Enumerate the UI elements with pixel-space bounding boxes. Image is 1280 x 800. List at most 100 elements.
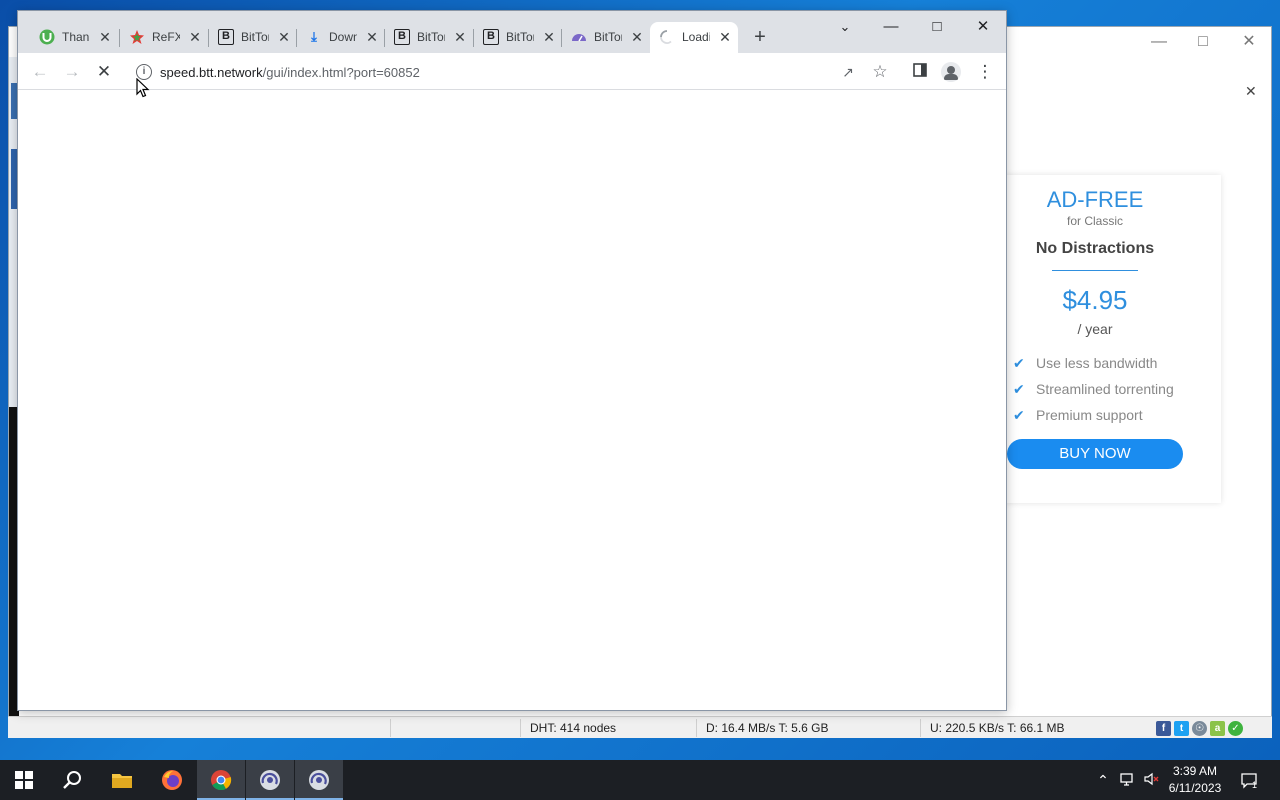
tab-search-icon[interactable]: ⌄ — [830, 16, 860, 38]
volume-muted-icon[interactable] — [1142, 771, 1160, 789]
globe-icon[interactable]: ☉ — [1192, 721, 1207, 736]
tab-strip: Thank ✕ ReFX ✕ B BitTorrent ✕ ⤓ Download… — [18, 11, 1006, 53]
refx-icon — [129, 29, 145, 45]
loading-spinner-icon — [659, 29, 675, 45]
minimize-icon[interactable]: — — [1149, 33, 1169, 51]
tab[interactable]: ReFX ✕ — [120, 22, 208, 53]
ad-period: / year — [1077, 321, 1113, 337]
tab[interactable]: ⤓ Download ✕ — [297, 22, 385, 53]
android-icon[interactable]: a — [1210, 721, 1225, 736]
firefox-icon — [162, 770, 182, 790]
chrome-window: Thank ✕ ReFX ✕ B BitTorrent ✕ ⤓ Download… — [17, 10, 1007, 711]
tab-title: BitTorrent — [594, 30, 622, 44]
address-bar[interactable]: i speed.btt.network/gui/index.html?port=… — [128, 57, 898, 87]
close-tab-icon[interactable]: ✕ — [188, 29, 202, 45]
clock-date: 6/11/2023 — [1168, 781, 1222, 795]
tab-active[interactable]: Loading ✕ — [650, 22, 738, 53]
tab-title: BitTorrent — [241, 30, 269, 44]
tab-title: Download — [329, 30, 357, 44]
mouse-cursor-icon — [136, 78, 150, 98]
taskbar-file-explorer[interactable] — [98, 760, 146, 800]
status-ok-icon: ✓ — [1228, 721, 1243, 736]
twitter-icon[interactable]: t — [1174, 721, 1189, 736]
url-text[interactable]: speed.btt.network/gui/index.html?port=60… — [160, 65, 420, 80]
checkmark-icon: ✔ — [1013, 355, 1025, 371]
ad-feature: ✔ Use less bandwidth — [1013, 355, 1158, 371]
bittorrent-b-icon: B — [483, 29, 499, 45]
social-icons: f t ☉ a ✓ — [1156, 720, 1246, 736]
facebook-icon[interactable]: f — [1156, 721, 1171, 736]
bittorrent-icon — [309, 770, 329, 790]
ad-feature: ✔ Streamlined torrenting — [1013, 381, 1174, 397]
bittorrent-b-icon: B — [394, 29, 410, 45]
upload-status: U: 220.5 KB/s T: 66.1 MB — [930, 721, 1065, 735]
share-icon[interactable]: ↗ — [836, 60, 860, 84]
menu-kebab-icon[interactable]: ⋮ — [973, 60, 997, 84]
side-panel-icon[interactable] — [908, 60, 932, 84]
close-tab-icon[interactable]: ✕ — [277, 29, 291, 45]
bookmark-star-icon[interactable]: ☆ — [868, 60, 892, 84]
profile-avatar-icon[interactable] — [941, 62, 961, 82]
close-tab-icon[interactable]: ✕ — [718, 29, 732, 45]
tray-chevron-up-icon[interactable]: ⌃ — [1094, 771, 1112, 789]
clock-time: 3:39 AM — [1172, 764, 1218, 778]
tab[interactable]: B BitTorrent ✕ — [474, 22, 562, 53]
btt-speed-icon — [571, 29, 587, 45]
taskbar-chrome[interactable] — [197, 760, 245, 800]
utorrent-icon — [39, 29, 55, 45]
tab[interactable]: B BitTorrent ✕ — [385, 22, 473, 53]
close-icon[interactable]: ✕ — [968, 16, 998, 38]
maximize-icon[interactable]: □ — [1193, 33, 1213, 51]
buy-now-button[interactable]: BUY NOW — [1007, 439, 1183, 469]
tab-title: ReFX — [152, 30, 180, 44]
file-explorer-icon — [112, 774, 132, 788]
chrome-icon — [211, 770, 232, 791]
tab[interactable]: Thank ✕ — [30, 22, 118, 53]
network-icon[interactable] — [1118, 771, 1136, 789]
browser-toolbar: ← → ✕ i speed.btt.network/gui/index.html… — [18, 53, 1006, 90]
status-bar: DHT: 414 nodes D: 16.4 MB/s T: 5.6 GB U:… — [8, 716, 1272, 738]
stop-loading-icon[interactable]: ✕ — [92, 60, 116, 84]
back-icon[interactable]: ← — [28, 60, 52, 84]
checkmark-icon: ✔ — [1013, 407, 1025, 423]
search-button[interactable] — [48, 760, 96, 800]
taskbar-bittorrent[interactable] — [295, 760, 343, 800]
notification-badge: 1 — [1252, 780, 1258, 790]
tab[interactable]: BitTorrent ✕ — [562, 22, 650, 53]
taskbar: ⌃ 3:39 AM 6/11/2023 1 — [0, 760, 1280, 800]
bittorrent-icon — [260, 770, 280, 790]
tab[interactable]: B BitTorrent ✕ — [209, 22, 297, 53]
tab-title: Thank — [62, 30, 90, 44]
close-tab-icon[interactable]: ✕ — [453, 29, 467, 45]
close-icon[interactable]: ✕ — [1239, 33, 1259, 51]
windows-start-icon — [15, 771, 33, 789]
download-status: D: 16.4 MB/s T: 5.6 GB — [706, 721, 829, 735]
close-tab-icon[interactable]: ✕ — [365, 29, 379, 45]
ad-headline: No Distractions — [1035, 240, 1155, 257]
ad-subtitle: for Classic — [1066, 214, 1123, 228]
ad-title: AD-FREE — [1046, 187, 1144, 212]
ad-price: $4.95 — [1062, 285, 1128, 315]
forward-icon[interactable]: → — [60, 60, 84, 84]
tab-title: BitTorrent — [417, 30, 445, 44]
system-clock[interactable]: 3:39 AM 6/11/2023 — [1166, 763, 1224, 797]
search-icon — [63, 771, 81, 789]
new-tab-button[interactable]: + — [750, 27, 770, 47]
download-icon: ⤓ — [311, 29, 317, 44]
ad-feature: ✔ Premium support — [1013, 407, 1143, 423]
taskbar-bittorrent[interactable] — [246, 760, 294, 800]
maximize-icon[interactable]: □ — [922, 16, 952, 38]
close-tab-icon[interactable]: ✕ — [630, 29, 644, 45]
tab-title: Loading — [682, 30, 710, 44]
ad-free-panel: AD-FREE for Classic No Distractions $4.9… — [1005, 175, 1221, 503]
tab-title: BitTorrent — [506, 30, 534, 44]
close-tab-icon[interactable]: ✕ — [98, 29, 112, 45]
start-button[interactable] — [0, 760, 48, 800]
bittorrent-b-icon: B — [218, 29, 234, 45]
minimize-icon[interactable]: — — [876, 16, 906, 38]
close-tab-icon[interactable]: ✕ — [542, 29, 556, 45]
ad-divider — [1052, 270, 1138, 271]
dht-status: DHT: 414 nodes — [530, 721, 617, 735]
taskbar-firefox[interactable] — [148, 760, 196, 800]
ad-close-icon[interactable]: ✕ — [1245, 83, 1257, 100]
